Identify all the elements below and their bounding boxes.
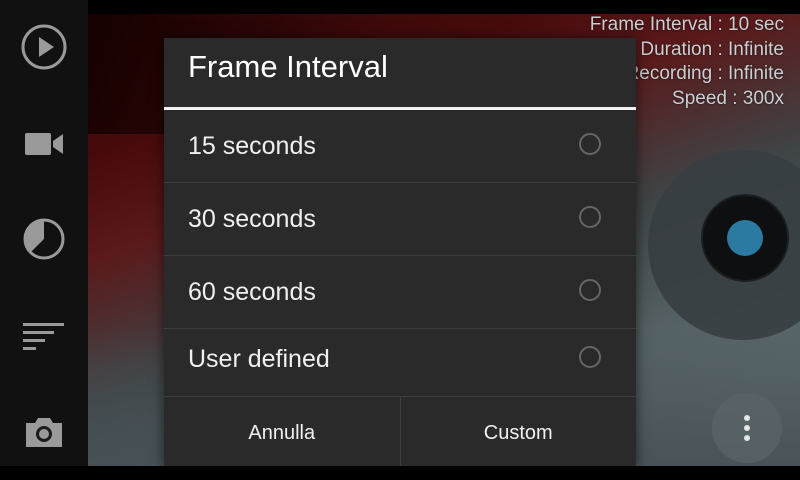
cancel-button[interactable]: Annulla xyxy=(164,397,400,469)
frame-interval-dialog: Frame Interval 15 seconds 30 seconds 60 … xyxy=(164,38,636,469)
sidebar-timer-button[interactable] xyxy=(18,213,70,265)
option-label: 15 seconds xyxy=(188,132,316,160)
play-icon xyxy=(21,24,67,70)
more-vert-icon xyxy=(744,415,750,441)
custom-button[interactable]: Custom xyxy=(399,397,637,469)
option-label: 30 seconds xyxy=(188,205,316,233)
dialog-title: Frame Interval xyxy=(188,49,388,84)
sidebar-video-button[interactable] xyxy=(18,118,70,170)
option-user-defined[interactable]: User defined xyxy=(164,323,636,395)
radio-button[interactable] xyxy=(579,133,601,155)
more-options-button[interactable] xyxy=(712,393,782,463)
option-label: 60 seconds xyxy=(188,278,316,306)
sidebar-play-button[interactable] xyxy=(18,21,70,73)
radio-button[interactable] xyxy=(579,279,601,301)
filter-lines-icon xyxy=(23,323,64,350)
option-60-seconds[interactable]: 60 seconds xyxy=(164,256,636,329)
radio-button[interactable] xyxy=(579,346,601,368)
info-frame-interval: Frame Interval : 10 sec xyxy=(589,14,784,35)
option-15-seconds[interactable]: 15 seconds xyxy=(164,110,636,183)
dialog-actions: Annulla Custom xyxy=(164,396,636,469)
sidebar-filter-button[interactable] xyxy=(18,310,70,362)
camera-screen: Frame Interval : 10 sec Duration : Infin… xyxy=(0,0,800,480)
photo-camera-icon xyxy=(26,418,62,447)
status-strip xyxy=(0,0,800,14)
sidebar-photo-button[interactable] xyxy=(18,406,70,458)
left-sidebar xyxy=(0,0,88,480)
timer-pie-icon xyxy=(23,218,65,260)
option-30-seconds[interactable]: 30 seconds xyxy=(164,183,636,256)
bottom-strip xyxy=(0,466,800,480)
shutter-record-dot xyxy=(727,220,763,256)
shutter-button[interactable] xyxy=(703,196,787,280)
video-camera-icon xyxy=(25,133,63,155)
radio-button[interactable] xyxy=(579,206,601,228)
option-label: User defined xyxy=(188,345,330,373)
